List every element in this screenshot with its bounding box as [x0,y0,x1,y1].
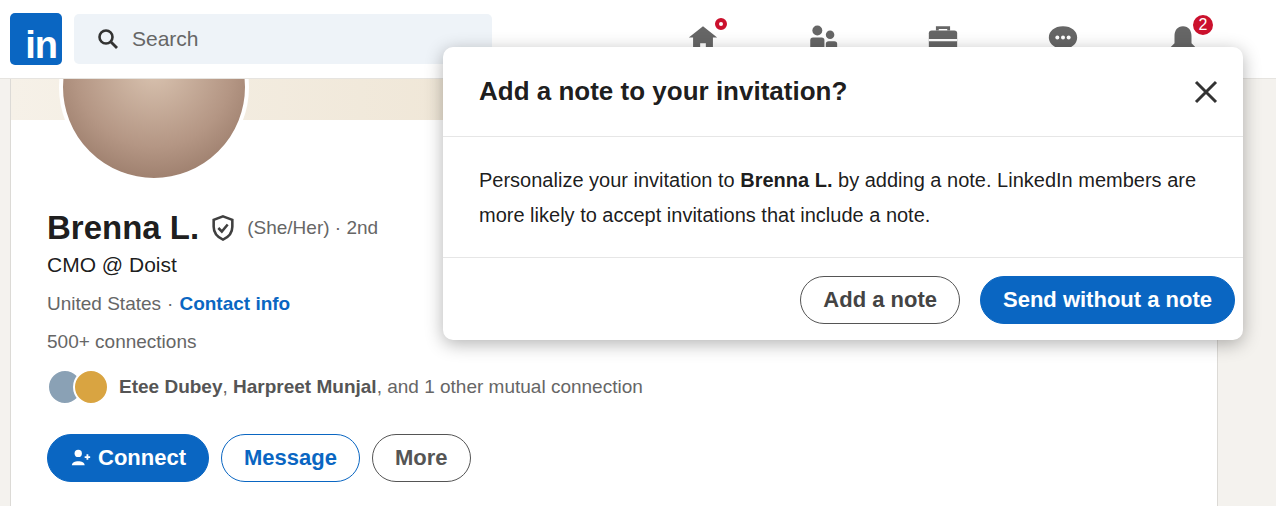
mutual-avatar [73,369,109,405]
unread-dot [712,15,730,33]
mutual-text: Harpreet Munjal [233,376,377,397]
mutual-text: , [222,376,233,397]
dialog-title: Add a note to your invitation? [479,76,847,107]
pronouns-degree: (She/Her) · 2nd [247,217,378,239]
search-field[interactable]: Search [74,14,492,64]
profile-action-button[interactable]: More [372,434,471,482]
linkedin-page: Brenna L.(She/Her) · 2ndCMO @ DoistUnite… [0,0,1276,506]
dialog-button[interactable]: Add a note [800,276,960,324]
dialog-button[interactable]: Send without a note [980,276,1235,324]
mutual-text: Etee Dubey [119,376,222,397]
verified-shield-icon[interactable] [209,214,237,242]
mutual-text: , and 1 other mutual connection [377,376,643,397]
linkedin-logo[interactable]: in [10,13,62,65]
profile-action-button[interactable]: Message [221,434,360,482]
add-person-icon [70,447,92,469]
dialog-message: Personalize your invitation to Brenna L.… [479,163,1207,233]
contact-info-link[interactable]: Contact info [179,290,290,318]
close-icon[interactable] [1191,77,1221,107]
separator: · [167,290,173,318]
profile-action-button[interactable]: Connect [47,434,209,482]
notification-badge: 2 [1191,13,1215,37]
profile-name: Brenna L. [47,209,199,247]
search-icon [96,27,120,51]
invitation-dialog: Add a note to your invitation? Personaliz… [443,47,1243,340]
mutual-connections[interactable]: Etee Dubey, Harpreet Munjal, and 1 other… [47,368,1181,406]
location: United States [47,290,161,318]
